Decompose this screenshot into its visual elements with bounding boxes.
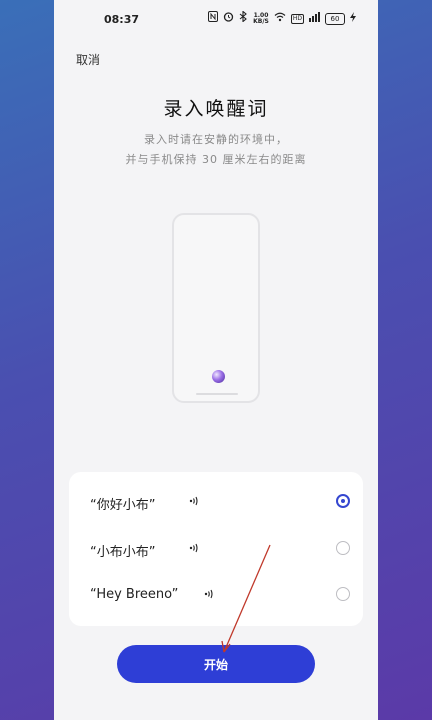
cancel-button[interactable]: 取消 [76, 51, 100, 68]
wake-word-options: “你好小布” “小布小布” “Hey Breeno” [69, 472, 363, 626]
option-hey-breeno[interactable]: “Hey Breeno” [69, 575, 363, 615]
wifi-icon [274, 12, 286, 27]
radio-unselected[interactable] [336, 587, 350, 601]
option-ni-hao-xiao-bu[interactable]: “你好小布” [69, 482, 363, 522]
assistant-orb-icon [212, 370, 225, 383]
nfc-icon [208, 11, 219, 27]
status-bar: 08:37 1.00 KB/S HD 60 [54, 0, 378, 40]
charging-icon [350, 11, 356, 27]
start-button[interactable]: 开始 [117, 645, 315, 683]
option-xiao-bu-xiao-bu[interactable]: “小布小布” [69, 529, 363, 569]
signal-icon [309, 11, 320, 27]
battery-level: 60 [330, 15, 340, 23]
bluetooth-icon [239, 10, 248, 27]
hd-icon: HD [290, 14, 304, 24]
battery-icon: 60 [325, 13, 345, 25]
phone-illustration [172, 213, 260, 403]
status-time: 08:37 [104, 13, 140, 26]
sound-wave-icon[interactable] [204, 588, 214, 603]
sound-wave-icon[interactable] [189, 542, 199, 557]
sound-wave-icon[interactable] [189, 495, 199, 510]
option-label: “小布小布” [90, 545, 156, 560]
alarm-icon [223, 11, 234, 27]
home-indicator [196, 393, 238, 395]
network-speed-icon: 1.00 KB/S [253, 13, 269, 25]
option-label: “Hey Breeno” [90, 587, 179, 602]
subtitle-line-2: 并与手机保持 30 厘米左右的距离 [125, 153, 307, 166]
radio-unselected[interactable] [336, 541, 350, 555]
subtitle-line-1: 录入时请在安静的环境中， [144, 133, 288, 146]
option-label: “你好小布” [90, 498, 156, 513]
radio-selected[interactable] [336, 494, 350, 508]
network-speed-unit: KB/S [253, 18, 269, 25]
phone-screen: 08:37 1.00 KB/S HD 60 取消 录入唤醒词 录入时请在安静的环… [54, 0, 378, 720]
status-icons: 1.00 KB/S HD 60 [208, 10, 356, 27]
page-title: 录入唤醒词 [163, 98, 269, 120]
